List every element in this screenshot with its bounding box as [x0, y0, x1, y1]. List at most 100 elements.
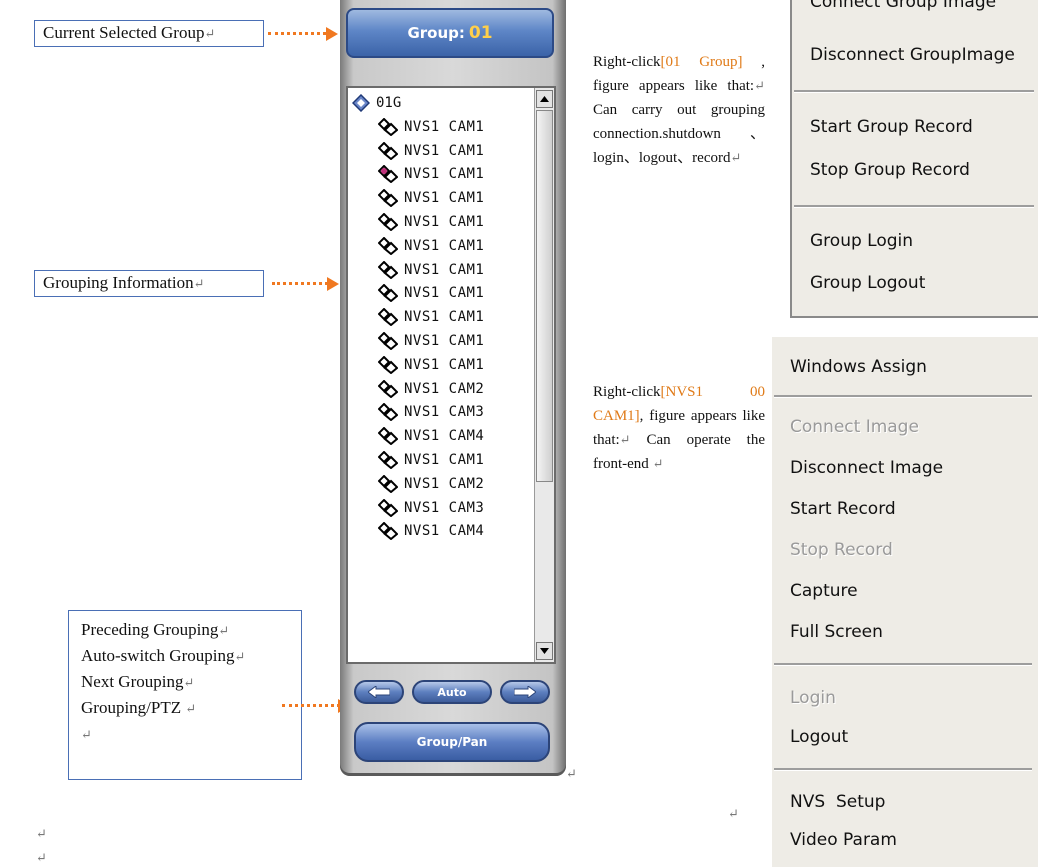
camera-node-icon [378, 260, 398, 279]
tree-root-item[interactable]: 01G [352, 94, 401, 112]
camera-node-icon [378, 379, 398, 398]
menu-start-record[interactable]: Start Record [790, 499, 896, 519]
highlight-group: [01 Group] [660, 54, 743, 70]
tree-scrollbar[interactable] [534, 88, 554, 662]
camera-tree-item[interactable]: NVS1 CAM1 [378, 234, 484, 258]
camera-tree-label: NVS1 CAM3 [404, 404, 485, 421]
menu-video-param[interactable]: Video Param [790, 830, 897, 850]
camera-node-icon [378, 117, 398, 136]
camera-tree-item[interactable]: NVS1 CAM3 [378, 401, 484, 425]
callout-nav-line: Grouping/PTZ ↵ [81, 698, 197, 717]
menu-stop-group-record[interactable]: Stop Group Record [810, 160, 970, 180]
camera-tree-item[interactable]: NVS1 CAM3 [378, 496, 484, 520]
group-context-menu: Connect Group Image Disconnect GroupImag… [790, 0, 1038, 318]
camera-tree-label: NVS1 CAM2 [404, 475, 485, 492]
tree-root-label: 01G [376, 95, 402, 111]
group-navigation: Auto [354, 680, 550, 708]
camera-tree-item[interactable]: NVS1 CAM1 [378, 329, 484, 353]
menu-connect-image[interactable]: Connect Image [790, 417, 919, 437]
scroll-up-button[interactable] [536, 90, 553, 108]
camera-context-menu: Windows Assign Connect Image Disconnect … [772, 337, 1038, 867]
callout-grouping-info: Grouping Information↵ [34, 270, 264, 297]
arrow-head-icon [327, 277, 339, 291]
menu-nvs-setup[interactable]: NVS Setup [790, 792, 885, 812]
camera-node-icon [378, 213, 398, 232]
camera-node-icon [378, 474, 398, 493]
camera-tree-item[interactable]: NVS1 CAM4 [378, 520, 484, 544]
camera-tree-label: NVS1 CAM1 [404, 356, 485, 373]
camera-tree-label: NVS1 CAM2 [404, 380, 485, 397]
menu-connect-group-image[interactable]: Connect Group Image [810, 0, 996, 12]
camera-tree-item[interactable]: NVS1 CAM2 [378, 472, 484, 496]
current-group-display[interactable]: Group: 01 [346, 8, 554, 58]
callout-nav-line: Preceding Grouping↵ [81, 620, 230, 639]
camera-tree-item[interactable]: NVS1 CAM1 [378, 305, 484, 329]
camera-tree-item[interactable]: NVS1 CAM1 [378, 258, 484, 282]
group-panel: Group: 01 01G NVS1 CAM1 NVS1 CAM1 NVS1 CAM… [340, 0, 566, 776]
camera-tree-item[interactable]: NVS1 CAM4 [378, 424, 484, 448]
group-diamond-icon [352, 94, 370, 112]
group-tree[interactable]: 01G NVS1 CAM1 NVS1 CAM1 NVS1 CAM1 NVS1 CAM1… [346, 86, 556, 664]
camera-tree-item[interactable]: NVS1 CAM1 [378, 115, 484, 139]
menu-start-group-record[interactable]: Start Group Record [810, 117, 973, 137]
menu-separator [774, 768, 1032, 771]
paragraph-mark: ↵ [728, 806, 739, 821]
arrow-up-icon [540, 96, 549, 102]
camera-node-icon [378, 522, 398, 541]
callout-navigation: Preceding Grouping↵ Auto-switch Grouping… [68, 610, 302, 780]
camera-tree-label: NVS1 CAM4 [404, 428, 485, 445]
camera-menu-description: Right-click[NVS1 00 CAM1], figure appear… [593, 384, 766, 472]
paragraph-mark: ↵ [193, 276, 205, 291]
arrow-head-icon [326, 27, 338, 41]
arrow-dotted-line [268, 32, 326, 35]
camera-tree-label: NVS1 CAM1 [404, 214, 485, 231]
menu-disconnect-group-image[interactable]: Disconnect GroupImage [810, 45, 1015, 65]
callout-nav-line: Next Grouping↵ [81, 672, 195, 691]
camera-node-icon [378, 451, 398, 470]
menu-windows-assign[interactable]: Windows Assign [790, 357, 927, 377]
callout-nav-line: Auto-switch Grouping↵ [81, 646, 246, 665]
camera-tree-item[interactable]: NVS1 CAM1 [378, 163, 484, 187]
callout-nav-line: ↵ [81, 727, 92, 742]
camera-tree-item[interactable]: NVS1 CAM1 [378, 282, 484, 306]
scroll-down-button[interactable] [536, 642, 553, 660]
camera-node-icon [378, 284, 398, 303]
scroll-thumb[interactable] [536, 110, 553, 482]
group-pan-toggle-button[interactable]: Group/Pan [354, 722, 550, 762]
menu-stop-record[interactable]: Stop Record [790, 540, 893, 560]
menu-disconnect-image[interactable]: Disconnect Image [790, 458, 943, 478]
menu-capture[interactable]: Capture [790, 581, 858, 601]
camera-tree-label: NVS1 CAM1 [404, 142, 485, 159]
menu-group-logout[interactable]: Group Logout [810, 273, 925, 293]
next-group-button[interactable] [500, 680, 550, 704]
menu-login[interactable]: Login [790, 688, 836, 708]
paragraph-mark: ↵ [204, 26, 216, 41]
camera-tree-item[interactable]: NVS1 CAM2 [378, 377, 484, 401]
camera-tree-item[interactable]: NVS1 CAM1 [378, 353, 484, 377]
menu-separator [794, 90, 1034, 93]
camera-tree-label: NVS1 CAM1 [404, 190, 485, 207]
camera-node-icon [378, 498, 398, 517]
camera-tree-label: NVS1 CAM1 [404, 285, 485, 302]
arrow-down-icon [540, 648, 549, 654]
camera-tree-item[interactable]: NVS1 CAM1 [378, 186, 484, 210]
auto-switch-button[interactable]: Auto [412, 680, 492, 704]
menu-logout[interactable]: Logout [790, 727, 848, 747]
camera-tree-label: NVS1 CAM1 [404, 309, 485, 326]
camera-tree-item[interactable]: NVS1 CAM1 [378, 210, 484, 234]
group-number: 01 [468, 23, 493, 43]
arrow-dotted-line [282, 704, 340, 707]
previous-group-button[interactable] [354, 680, 404, 704]
camera-list: NVS1 CAM1 NVS1 CAM1 NVS1 CAM1 NVS1 CAM1 NVS1… [378, 115, 484, 543]
camera-tree-label: NVS1 CAM4 [404, 523, 485, 540]
camera-tree-item[interactable]: NVS1 CAM1 [378, 448, 484, 472]
camera-tree-label: NVS1 CAM1 [404, 261, 485, 278]
group-label: Group: [407, 24, 465, 42]
arrow-left-icon [368, 686, 390, 698]
arrow-dotted-line [272, 282, 328, 285]
camera-tree-item[interactable]: NVS1 CAM1 [378, 139, 484, 163]
camera-tree-label: NVS1 CAM1 [404, 118, 485, 135]
menu-full-screen[interactable]: Full Screen [790, 622, 883, 642]
menu-separator [774, 395, 1032, 398]
menu-group-login[interactable]: Group Login [810, 231, 913, 251]
